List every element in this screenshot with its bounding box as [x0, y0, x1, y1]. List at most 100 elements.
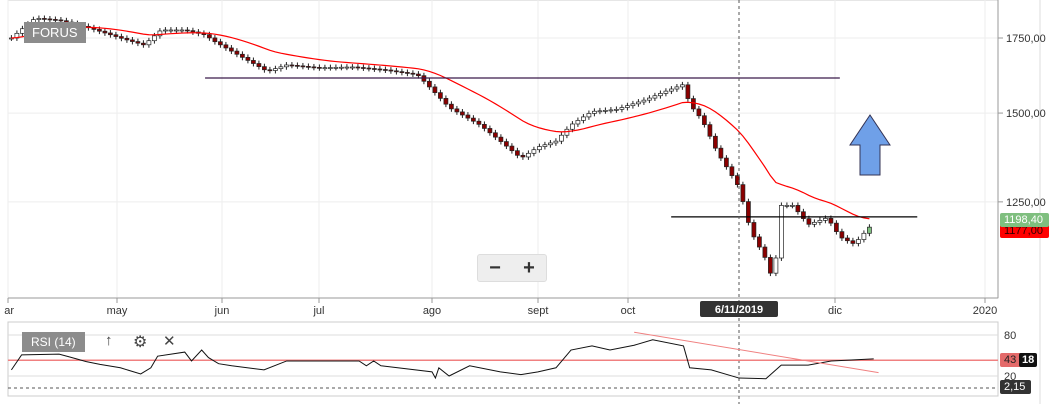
candle [674, 86, 680, 90]
candle [581, 116, 586, 121]
candle [856, 239, 861, 244]
candle [229, 47, 234, 52]
zoom-controls: − + [477, 254, 547, 282]
candle [234, 50, 240, 55]
candle [746, 201, 751, 223]
candle [828, 218, 834, 224]
last-price-tag: 1198,40 [1000, 213, 1049, 227]
candle [630, 103, 636, 107]
candle [845, 237, 850, 242]
candle [399, 71, 405, 73]
candle [592, 110, 597, 114]
candle [751, 222, 757, 238]
candle [130, 39, 135, 42]
candle [729, 166, 735, 176]
candle [350, 66, 355, 69]
candle [240, 53, 245, 58]
candle [476, 120, 482, 125]
candle [443, 98, 449, 105]
price-chart[interactable]: 1750,00 1500,00 1250,00 ar may jun jul ago sept o… [0, 0, 1055, 404]
candle [553, 140, 559, 144]
x-tick-label: may [107, 305, 128, 317]
candle [724, 157, 729, 168]
candle [537, 146, 542, 151]
candle [608, 109, 614, 112]
candle [135, 41, 141, 44]
rsi-indicator-label[interactable]: RSI (14) [22, 332, 85, 352]
zoom-in-button[interactable]: + [523, 257, 535, 280]
close-icon[interactable]: ✕ [163, 332, 176, 350]
candle [762, 246, 768, 258]
candle [405, 72, 410, 74]
candle [619, 107, 625, 110]
candle [795, 205, 801, 213]
candle [652, 95, 658, 99]
candle [641, 99, 647, 103]
secondary-value-tag: 2,15 [1000, 380, 1032, 394]
candle [559, 134, 564, 142]
candle [839, 231, 845, 239]
candle [597, 110, 603, 113]
candle [427, 80, 432, 88]
candle [817, 219, 823, 223]
candle [289, 64, 295, 67]
candle [251, 60, 256, 64]
candle [108, 32, 113, 36]
candle [256, 63, 262, 67]
candle [757, 236, 762, 248]
gear-icon[interactable]: ⚙ [133, 332, 147, 352]
candle [575, 120, 581, 125]
candle [322, 67, 328, 70]
candle [669, 88, 674, 92]
x-tick-label: 2020 [973, 305, 997, 317]
zoom-out-button[interactable]: − [489, 257, 501, 280]
candle [372, 68, 377, 70]
candle [102, 30, 108, 34]
candle [273, 68, 278, 71]
candle [432, 86, 438, 93]
up-arrow-icon [849, 114, 891, 176]
candle [680, 84, 685, 88]
candle [146, 40, 152, 46]
candle [784, 205, 790, 207]
candle [36, 18, 42, 20]
y-tick-label: 1500,00 [1006, 108, 1046, 120]
candle [212, 37, 218, 43]
candle [168, 29, 174, 32]
candle [394, 70, 399, 73]
candle [300, 65, 306, 68]
candle [548, 142, 553, 146]
x-tick-label: oct [621, 305, 636, 317]
candle [779, 205, 784, 259]
candle [493, 132, 498, 138]
candle [702, 115, 707, 125]
candle [768, 257, 773, 274]
candle [416, 73, 421, 77]
candle [223, 44, 229, 49]
candle [685, 84, 691, 99]
candle [410, 72, 416, 75]
candle [124, 37, 130, 41]
x-tick-label: jun [214, 305, 230, 317]
candle [53, 19, 58, 21]
candle [218, 41, 223, 46]
candle [812, 221, 817, 225]
candle [471, 117, 476, 122]
candle [718, 147, 724, 159]
candle [790, 205, 795, 207]
candle [823, 218, 828, 221]
symbol-label: FORUS [24, 22, 86, 43]
candle [487, 128, 493, 134]
candle [179, 29, 185, 32]
arrow-up-icon[interactable]: ↑ [105, 332, 113, 349]
candle [361, 67, 366, 69]
candle [344, 66, 350, 69]
rsi-value-suffix: 18 [1019, 353, 1038, 367]
candle [526, 152, 531, 158]
candle [366, 67, 372, 70]
candle [867, 226, 872, 234]
x-tick-label: ar [4, 305, 14, 317]
candle [355, 66, 361, 69]
candle [317, 67, 322, 69]
candle [119, 36, 124, 39]
